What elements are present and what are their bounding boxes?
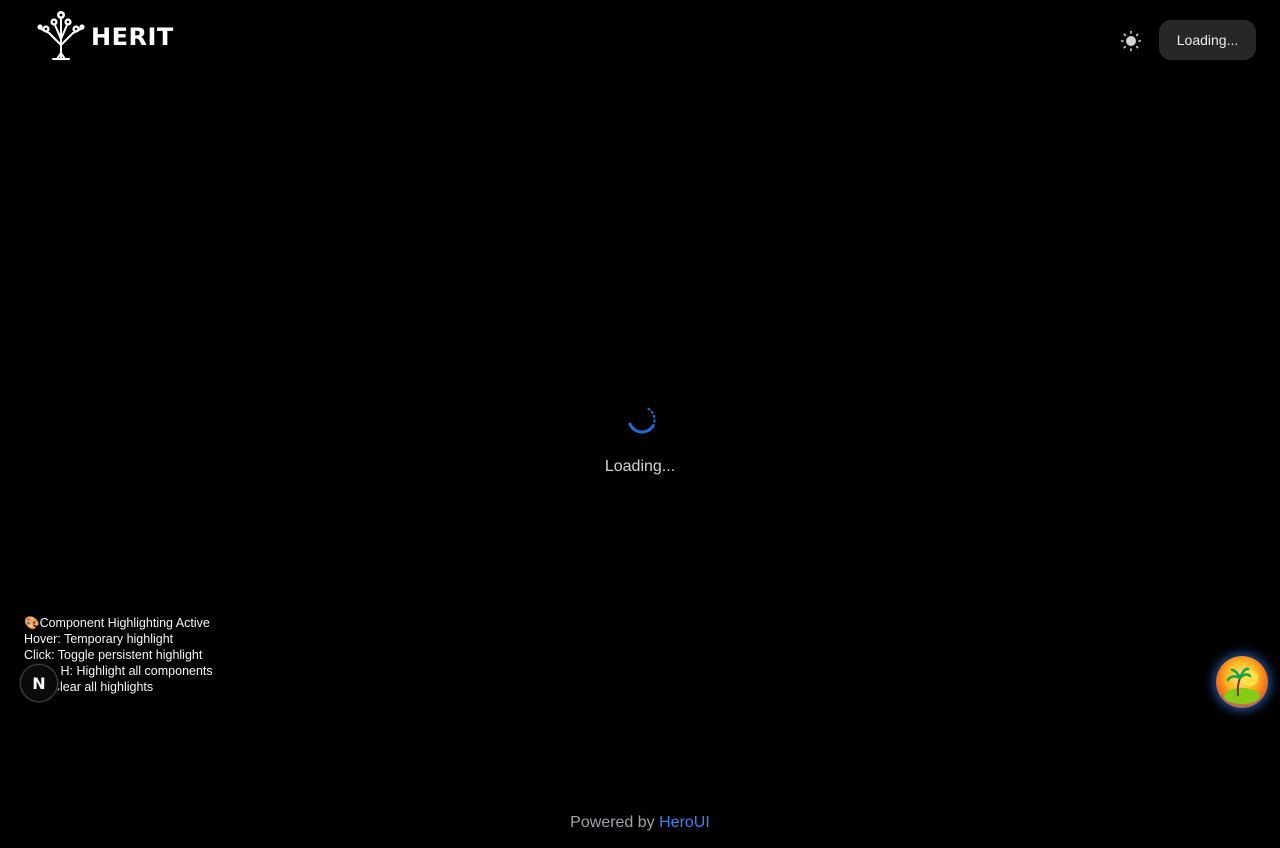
debug-line-active: 🎨Component Highlighting Active xyxy=(24,616,210,630)
nextjs-dev-badge[interactable]: N xyxy=(20,664,58,702)
page: HERIT Loading... Loading... � xyxy=(0,0,1280,848)
floating-assistant-button[interactable] xyxy=(1216,656,1268,708)
tree-logo-icon xyxy=(37,11,85,60)
island-sunset-icon xyxy=(1224,667,1260,704)
nextjs-logo-icon: N xyxy=(32,673,46,693)
debug-line-hover: Hover: Temporary highlight xyxy=(24,632,174,646)
brand-logo-link[interactable]: HERIT xyxy=(35,7,174,61)
debug-line-click: Click: Toggle persistent highlight xyxy=(24,648,203,662)
theme-toggle-button[interactable] xyxy=(1119,29,1143,53)
loading-text: Loading... xyxy=(604,458,676,475)
auth-button[interactable]: Loading... xyxy=(1159,20,1256,60)
loading-indicator: Loading... xyxy=(0,400,1280,476)
spinner-icon xyxy=(628,407,656,434)
palette-icon: 🎨 xyxy=(24,616,40,630)
brand-name: HERIT xyxy=(91,22,174,51)
footer: Powered by HeroUI xyxy=(0,814,1280,832)
sun-icon xyxy=(1120,30,1142,52)
footer-prefix: Powered by xyxy=(570,814,655,831)
heroui-link[interactable]: HeroUI xyxy=(659,814,710,831)
